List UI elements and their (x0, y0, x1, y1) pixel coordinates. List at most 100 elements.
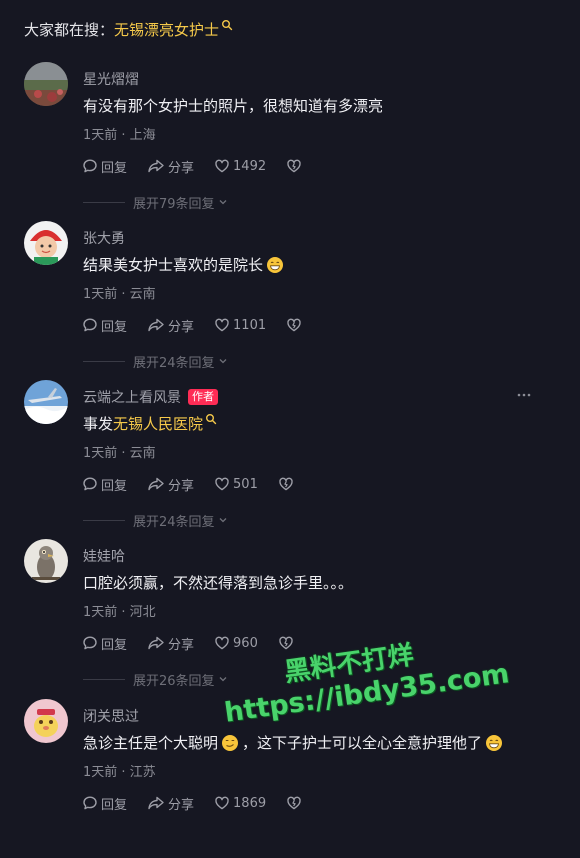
like-count: 501 (233, 476, 258, 492)
comment-actions: 回复 分享 1492 (82, 157, 325, 176)
like-button[interactable]: 1869 (214, 795, 266, 811)
heart-icon (215, 796, 229, 810)
reply-button[interactable]: 回复 (82, 316, 127, 335)
dislike-button[interactable] (286, 158, 305, 174)
dislike-button[interactable] (286, 795, 305, 811)
like-button[interactable]: 501 (214, 476, 258, 492)
search-suggestion[interactable]: 大家都在搜： 无锡漂亮女护士 (24, 19, 233, 40)
like-count: 1869 (233, 795, 267, 811)
heart-icon (215, 636, 229, 650)
comment-text: 急诊主任是个大聪明 ，这下子护士可以全心全意护理他了 (83, 732, 506, 753)
share-label: 分享 (168, 478, 195, 494)
expand-replies-button[interactable]: 展开79条回复 (83, 194, 228, 212)
chevron-down-icon (219, 518, 227, 523)
expand-replies-button[interactable]: 展开24条回复 (83, 512, 228, 530)
username-text[interactable]: 云端之上看风景 (83, 387, 181, 407)
avatar[interactable] (24, 62, 68, 106)
more-options-icon[interactable] (517, 393, 531, 397)
broken-heart-icon (279, 477, 293, 491)
username-text[interactable]: 闭关思过 (83, 706, 139, 726)
comment-item: 张大勇 结果美女护士喜欢的是院长 1天前 · 云南 回复 分享 1101 展开2… (0, 221, 580, 380)
dislike-button[interactable] (278, 635, 297, 651)
avatar[interactable] (24, 699, 68, 743)
share-button[interactable]: 分享 (147, 634, 194, 653)
comment-actions: 回复 分享 960 (82, 634, 317, 653)
divider-line (83, 360, 125, 362)
expand-replies-button[interactable]: 展开26条回复 (83, 671, 228, 689)
share-button[interactable]: 分享 (147, 794, 194, 813)
share-label: 分享 (168, 637, 195, 653)
broken-heart-icon (287, 159, 301, 173)
heart-icon (215, 318, 229, 332)
expand-replies-button[interactable]: 展开24条回复 (83, 353, 228, 371)
comment-username[interactable]: 闭关思过 (83, 706, 139, 726)
reply-label: 回复 (101, 478, 128, 494)
avatar[interactable] (24, 539, 68, 583)
dislike-button[interactable] (278, 476, 297, 492)
comment-username[interactable]: 娃娃哈 (83, 546, 125, 566)
search-keyword-link[interactable]: 无锡人民医院 (113, 413, 203, 434)
comment-meta: 1天前 · 河北 (83, 605, 156, 620)
comment-item: 娃娃哈 口腔必须赢，不然还得落到急诊手里。。。 1天前 · 河北 回复 分享 9… (0, 539, 580, 698)
share-button[interactable]: 分享 (147, 157, 194, 176)
username-text[interactable]: 星光熠熠 (83, 69, 139, 89)
like-count: 960 (233, 635, 258, 651)
comment-username[interactable]: 张大勇 (83, 228, 125, 248)
like-count: 1492 (233, 158, 267, 174)
reply-icon (83, 318, 97, 332)
search-suggestion-keyword[interactable]: 无锡漂亮女护士 (114, 19, 219, 40)
avatar[interactable] (24, 380, 68, 424)
divider-line (83, 519, 125, 521)
heart-icon (215, 159, 229, 173)
like-button[interactable]: 1101 (214, 317, 266, 333)
search-suggestion-label: 大家都在搜： (24, 21, 115, 39)
comment-text-content: 事发 (83, 415, 114, 433)
comment-text: 事发 无锡人民医院 (83, 413, 217, 434)
comment-meta: 1天前 · 云南 (83, 446, 156, 461)
heart-icon (215, 477, 229, 491)
reply-icon (83, 636, 97, 650)
dislike-button[interactable] (286, 317, 305, 333)
expand-replies-label: 展开24条回复 (133, 514, 215, 530)
chevron-down-icon (219, 359, 227, 364)
comment-text-content: ，这下子护士可以全心全意护理他了 (242, 734, 483, 752)
smirk-emoji-icon (222, 734, 239, 751)
reply-label: 回复 (101, 319, 128, 335)
reply-icon (83, 477, 97, 491)
grinning-emoji-icon (267, 256, 284, 273)
author-badge: 作者 (188, 389, 218, 405)
expand-replies-label: 展开26条回复 (133, 673, 215, 689)
share-icon (148, 477, 164, 491)
reply-icon (83, 159, 97, 173)
broken-heart-icon (287, 796, 301, 810)
chevron-down-icon (219, 200, 227, 205)
share-button[interactable]: 分享 (147, 316, 194, 335)
reply-button[interactable]: 回复 (82, 634, 127, 653)
search-icon (222, 19, 233, 30)
avatar[interactable] (24, 221, 68, 265)
comment-username[interactable]: 云端之上看风景 作者 (83, 387, 218, 407)
username-text[interactable]: 张大勇 (83, 228, 125, 248)
comment-actions: 回复 分享 1869 (82, 794, 325, 813)
expand-replies-label: 展开79条回复 (133, 196, 215, 212)
reply-button[interactable]: 回复 (82, 157, 127, 176)
like-button[interactable]: 960 (214, 635, 258, 651)
reply-button[interactable]: 回复 (82, 794, 127, 813)
reply-button[interactable]: 回复 (82, 475, 127, 494)
comment-item: 星光熠熠 有没有那个女护士的照片，很想知道有多漂亮 1天前 · 上海 回复 分享… (0, 62, 580, 221)
username-text[interactable]: 娃娃哈 (83, 546, 125, 566)
comment-text: 有没有那个女护士的照片，很想知道有多漂亮 (83, 97, 384, 115)
share-button[interactable]: 分享 (147, 475, 194, 494)
share-icon (148, 318, 164, 332)
comment-text: 结果美女护士喜欢的是院长 (83, 254, 287, 275)
comment-text: 口腔必须赢，不然还得落到急诊手里。。。 (83, 574, 354, 592)
reply-icon (83, 796, 97, 810)
like-button[interactable]: 1492 (214, 158, 266, 174)
comment-text-content: 急诊主任是个大聪明 (83, 734, 219, 752)
comment-meta: 1天前 · 上海 (83, 128, 156, 143)
comment-item: 闭关思过 急诊主任是个大聪明 ，这下子护士可以全心全意护理他了 1天前 · 江苏… (0, 699, 580, 858)
chevron-down-icon (219, 677, 227, 682)
comment-meta: 1天前 · 云南 (83, 287, 156, 302)
comment-item: 云端之上看风景 作者 事发 无锡人民医院 1天前 · 云南 回复 分享 501 (0, 380, 580, 539)
comment-username[interactable]: 星光熠熠 (83, 69, 139, 89)
